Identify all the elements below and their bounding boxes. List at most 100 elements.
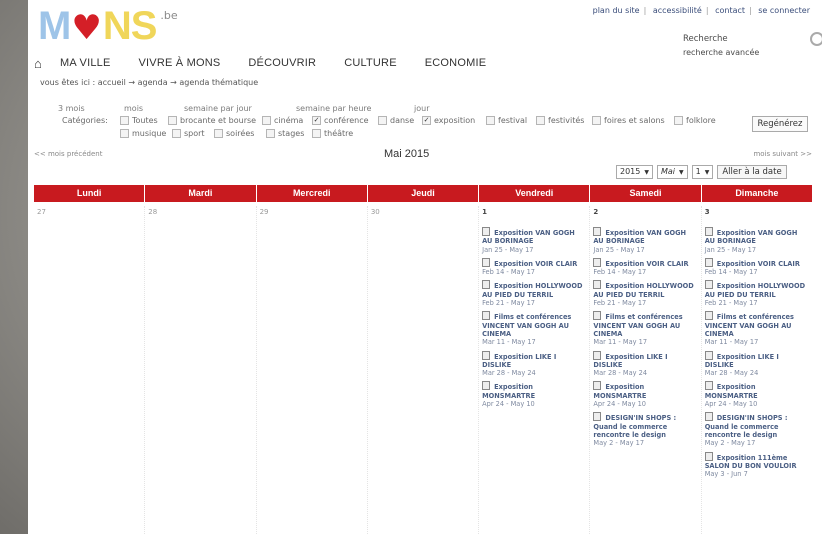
calendar-day-cell[interactable]: 29 <box>257 206 368 534</box>
checkbox-checked[interactable]: ✓ <box>422 116 431 125</box>
checkbox-conference[interactable]: ✓ conférence <box>312 116 369 125</box>
tab-semaine-par-jour[interactable]: semaine par jour <box>184 104 252 113</box>
calendar-event[interactable]: Exposition VAN GOGH AU BORINAGE Jan 25 - … <box>482 227 586 254</box>
calendar-event[interactable]: Films et conférences VINCENT VAN GOGH AU… <box>482 311 586 346</box>
next-month-link[interactable]: mois suivant >> <box>753 150 812 158</box>
checkbox-box[interactable] <box>674 116 683 125</box>
calendar-event[interactable]: Exposition VAN GOGH AU BORINAGE Jan 25 - … <box>704 227 809 254</box>
search-icon[interactable] <box>810 32 822 46</box>
event-title[interactable]: Exposition VOIR CLAIR <box>482 257 586 268</box>
event-title[interactable]: Exposition VAN GOGH AU BORINAGE <box>704 227 809 246</box>
event-title[interactable]: Exposition VAN GOGH AU BORINAGE <box>593 227 697 246</box>
calendar-event[interactable]: Exposition LIKE I DISLIKE Mar 28 - May 24 <box>482 350 586 378</box>
calendar-day-cell[interactable]: 2 Exposition VAN GOGH AU BORINAGE Jan 25 -… <box>590 206 702 534</box>
calendar-event[interactable]: Exposition HOLLYWOOD AU PIED DU TERRIL Fe… <box>704 280 809 307</box>
site-logo[interactable]: M ♥ NS .be <box>38 4 178 46</box>
calendar-day-cell[interactable]: 30 <box>368 206 480 534</box>
checkbox-foires[interactable]: foires et salons <box>592 116 665 125</box>
event-title[interactable]: Exposition HOLLYWOOD AU PIED DU TERRIL <box>482 280 586 299</box>
toplink-accessibility[interactable]: accessibilité <box>651 6 704 15</box>
nav-item-culture[interactable]: CULTURE <box>344 57 397 69</box>
toplink-login[interactable]: se connecter <box>756 6 812 15</box>
event-title[interactable]: Exposition HOLLYWOOD AU PIED DU TERRIL <box>704 280 809 299</box>
day-select[interactable]: 1 ▼ <box>691 165 714 179</box>
calendar-day-cell[interactable]: 1 Exposition VAN GOGH AU BORINAGE Jan 25 -… <box>479 206 591 534</box>
checkbox-stages[interactable]: stages <box>266 129 304 138</box>
checkbox-brocante[interactable]: brocante et bourse <box>168 116 256 125</box>
tab-3-mois[interactable]: 3 mois <box>58 104 85 113</box>
event-title[interactable]: Exposition VOIR CLAIR <box>704 257 809 268</box>
event-title[interactable]: Exposition VOIR CLAIR <box>593 257 697 268</box>
event-title[interactable]: Exposition VAN GOGH AU BORINAGE <box>482 227 586 246</box>
home-icon[interactable]: ⌂ <box>34 56 54 71</box>
calendar-day-cell[interactable]: 3 Exposition VAN GOGH AU BORINAGE Jan 25 -… <box>702 206 812 534</box>
checkbox-folklore[interactable]: folklore <box>674 116 716 125</box>
checkbox-box[interactable] <box>536 116 545 125</box>
calendar-day-cell[interactable]: 28 <box>145 206 257 534</box>
checkbox-toutes[interactable]: Toutes <box>120 116 158 125</box>
checkbox-box[interactable] <box>312 129 321 138</box>
event-title[interactable]: Exposition HOLLYWOOD AU PIED DU TERRIL <box>593 280 697 299</box>
checkbox-box[interactable] <box>266 129 275 138</box>
checkbox-exposition[interactable]: ✓ exposition <box>422 116 475 125</box>
calendar-event[interactable]: Films et conférences VINCENT VAN GOGH AU… <box>593 311 697 346</box>
event-title[interactable]: Exposition LIKE I DISLIKE <box>704 350 809 370</box>
calendar-day-cell[interactable]: 27 <box>34 206 146 534</box>
checkbox-box[interactable] <box>214 129 223 138</box>
event-title[interactable]: Exposition LIKE I DISLIKE <box>482 350 586 370</box>
calendar-event[interactable]: Exposition MONSMARTRE Apr 24 - May 10 <box>593 381 697 408</box>
checkbox-checked[interactable]: ✓ <box>312 116 321 125</box>
event-title[interactable]: Films et conférences VINCENT VAN GOGH AU… <box>593 311 697 338</box>
regenerate-button[interactable]: Regénérez <box>752 116 808 132</box>
event-title[interactable]: Exposition MONSMARTRE <box>593 381 697 400</box>
tab-semaine-par-heure[interactable]: semaine par heure <box>296 104 371 113</box>
checkbox-box[interactable] <box>120 129 129 138</box>
event-title[interactable]: Exposition LIKE I DISLIKE <box>593 350 697 370</box>
calendar-event[interactable]: Exposition 111ème SALON DU BON VOULOIR Ma… <box>704 451 809 479</box>
goto-date-button[interactable]: Aller à la date <box>717 165 787 179</box>
calendar-event[interactable]: Exposition VOIR CLAIR Feb 14 - May 17 <box>593 257 697 277</box>
checkbox-festivites[interactable]: festivités <box>536 116 584 125</box>
year-select[interactable]: 2015 ▼ <box>616 165 653 179</box>
nav-item-vivre-a-mons[interactable]: VIVRE À MONS <box>139 57 221 69</box>
event-title[interactable]: DESIGN'IN SHOPS : Quand le commerce renc… <box>704 412 809 439</box>
previous-month-link[interactable]: << mois précédent <box>34 150 102 158</box>
event-title[interactable]: Exposition MONSMARTRE <box>482 381 586 400</box>
checkbox-box[interactable] <box>486 116 495 125</box>
month-select[interactable]: Mai ▼ <box>656 165 688 179</box>
nav-item-ma-ville[interactable]: MA VILLE <box>60 57 111 69</box>
calendar-event[interactable]: Exposition MONSMARTRE Apr 24 - May 10 <box>704 381 809 408</box>
search-input[interactable]: Recherche <box>683 34 813 44</box>
calendar-event[interactable]: Exposition MONSMARTRE Apr 24 - May 10 <box>482 381 586 408</box>
calendar-event[interactable]: Films et conférences VINCENT VAN GOGH AU… <box>704 311 809 346</box>
calendar-event[interactable]: DESIGN'IN SHOPS : Quand le commerce renc… <box>704 412 809 447</box>
tab-jour[interactable]: jour <box>414 104 429 113</box>
checkbox-theatre[interactable]: théâtre <box>312 129 353 138</box>
toplink-sitemap[interactable]: plan du site <box>591 6 642 15</box>
nav-item-economie[interactable]: ECONOMIE <box>425 57 487 69</box>
event-title[interactable]: Exposition 111ème SALON DU BON VOULOIR <box>704 451 809 471</box>
checkbox-box[interactable] <box>592 116 601 125</box>
event-title[interactable]: Films et conférences VINCENT VAN GOGH AU… <box>704 311 809 338</box>
checkbox-festival[interactable]: festival <box>486 116 527 125</box>
calendar-event[interactable]: Exposition VAN GOGH AU BORINAGE Jan 25 - … <box>593 227 697 254</box>
checkbox-danse[interactable]: danse <box>378 116 414 125</box>
event-title[interactable]: Films et conférences VINCENT VAN GOGH AU… <box>482 311 586 338</box>
checkbox-box[interactable] <box>172 129 181 138</box>
calendar-event[interactable]: Exposition LIKE I DISLIKE Mar 28 - May 24 <box>593 350 697 378</box>
checkbox-box[interactable] <box>120 116 129 125</box>
checkbox-cinema[interactable]: cinéma <box>262 116 303 125</box>
checkbox-sport[interactable]: sport <box>172 129 205 138</box>
toplink-contact[interactable]: contact <box>713 6 747 15</box>
event-title[interactable]: Exposition MONSMARTRE <box>704 381 809 400</box>
calendar-event[interactable]: Exposition VOIR CLAIR Feb 14 - May 17 <box>704 257 809 277</box>
checkbox-box[interactable] <box>262 116 271 125</box>
checkbox-box[interactable] <box>378 116 387 125</box>
calendar-event[interactable]: DESIGN'IN SHOPS : Quand le commerce renc… <box>593 412 697 447</box>
tab-mois[interactable]: mois <box>124 104 143 113</box>
checkbox-box[interactable] <box>168 116 177 125</box>
calendar-event[interactable]: Exposition VOIR CLAIR Feb 14 - May 17 <box>482 257 586 277</box>
checkbox-soirees[interactable]: soirées <box>214 129 254 138</box>
calendar-event[interactable]: Exposition HOLLYWOOD AU PIED DU TERRIL Fe… <box>593 280 697 307</box>
calendar-event[interactable]: Exposition LIKE I DISLIKE Mar 28 - May 24 <box>704 350 809 378</box>
